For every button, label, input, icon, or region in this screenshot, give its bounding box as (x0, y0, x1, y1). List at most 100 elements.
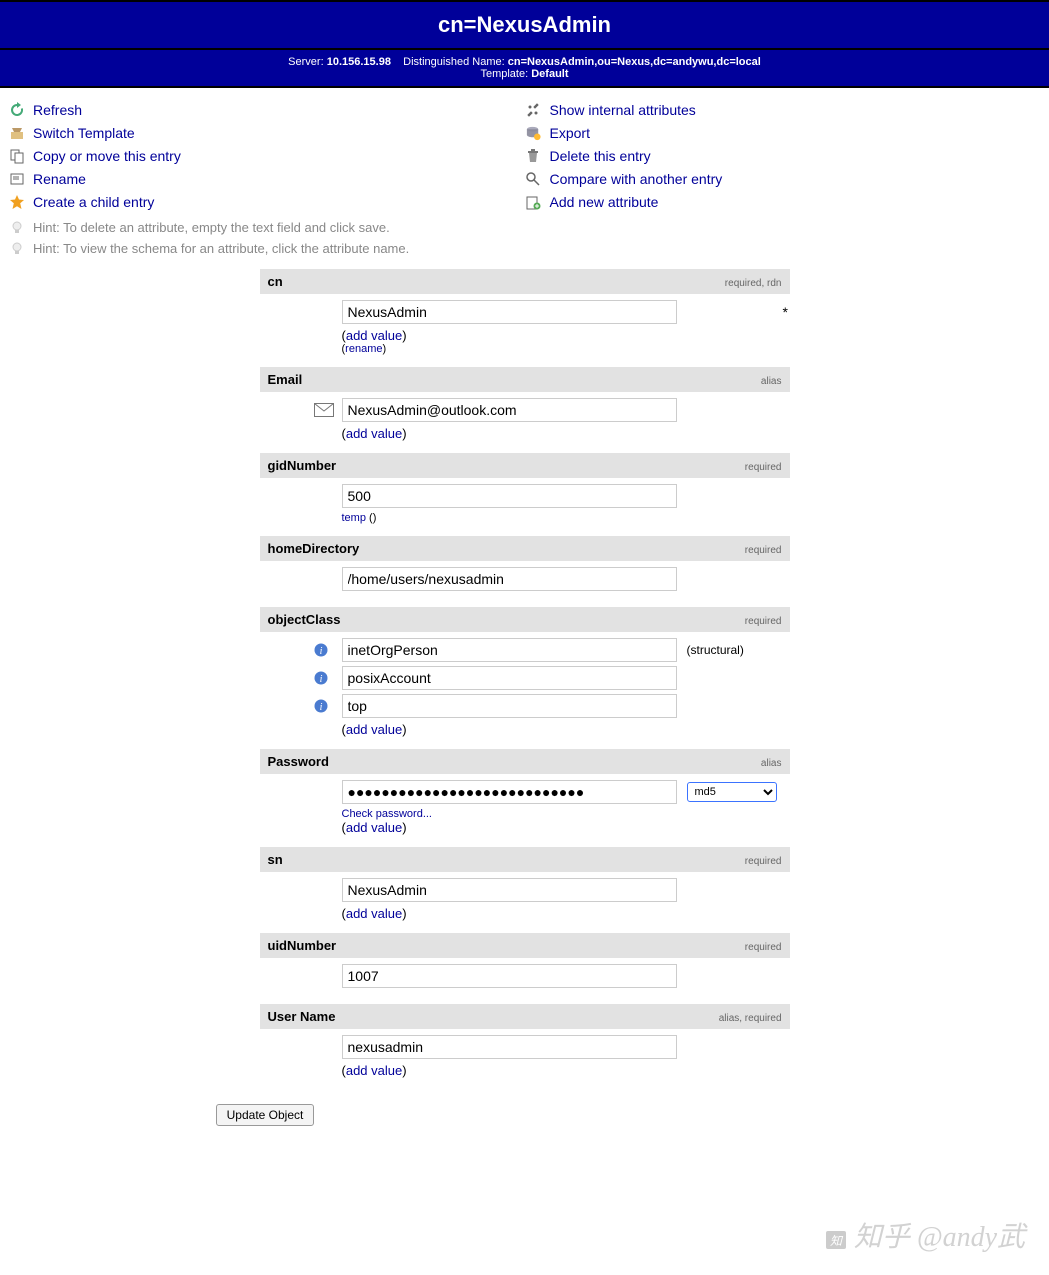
bulb-icon (8, 240, 25, 257)
attr-name-link[interactable]: Email (268, 372, 303, 387)
action-link[interactable]: Export (550, 125, 590, 141)
attr-name-link[interactable]: User Name (268, 1009, 336, 1024)
attr-flags: alias (761, 376, 782, 387)
attr-name-link[interactable]: sn (268, 852, 283, 867)
attr-value-input[interactable] (342, 964, 677, 988)
value-row (342, 964, 790, 988)
attr-value-input[interactable] (342, 1035, 677, 1059)
info-icon: i (314, 643, 328, 657)
hint-line: Hint: To delete an attribute, empty the … (8, 217, 1041, 238)
action-add-new-attribute: Add new attribute (525, 190, 1042, 213)
watermark: 知 知乎 @andy武 (824, 1215, 1025, 1255)
value-row (342, 1035, 790, 1059)
value-row: i (342, 666, 790, 690)
link-line: (add value) (342, 722, 790, 737)
attr-value-input[interactable] (342, 694, 677, 718)
attr-body (260, 958, 790, 1004)
attr-value-input[interactable] (342, 398, 677, 422)
value-row (342, 878, 790, 902)
attr-header-uidnumber: uidNumber required (260, 933, 790, 958)
attr-value-input[interactable] (342, 638, 677, 662)
attr-flags: alias (761, 758, 782, 769)
hash-select[interactable]: md5 (687, 782, 777, 802)
add-value-link[interactable]: add value (346, 820, 402, 835)
add-value-link[interactable]: add value (346, 1063, 402, 1078)
attr-name-link[interactable]: objectClass (268, 612, 341, 627)
template-value: Default (531, 68, 568, 80)
action-link[interactable]: Delete this entry (550, 148, 651, 164)
attr-header-password: Password alias (260, 749, 790, 774)
add-value-link[interactable]: add value (346, 722, 402, 737)
trash-icon (525, 147, 542, 164)
page-title: cn=NexusAdmin (0, 12, 1049, 38)
action-refresh: Refresh (8, 98, 525, 121)
add-value-link[interactable]: add value (346, 328, 402, 343)
add-icon (525, 193, 542, 210)
svg-text:i: i (319, 674, 322, 685)
attr-value-input[interactable] (342, 780, 677, 804)
required-asterisk: * (783, 304, 788, 320)
attr-body: (add value) (260, 392, 790, 453)
attr-name-link[interactable]: Password (268, 754, 329, 769)
action-switch-template: Switch Template (8, 121, 525, 144)
attr-name-link[interactable]: uidNumber (268, 938, 337, 953)
hints: Hint: To delete an attribute, empty the … (0, 213, 1049, 269)
attributes-container: cnrequired, rdn*(add value)(rename)Email… (260, 269, 790, 1090)
attr-flags: required (745, 942, 782, 953)
attr-header-user-name: User Namealias, required (260, 1004, 790, 1029)
attr-flags: required (745, 462, 782, 473)
value-row (342, 567, 790, 591)
attr-name-link[interactable]: gidNumber (268, 458, 337, 473)
action-link[interactable]: Refresh (33, 102, 82, 118)
attr-body: temp () (260, 478, 790, 536)
svg-text:i: i (319, 646, 322, 657)
rename-link[interactable]: rename (345, 343, 382, 355)
attr-value-input[interactable] (342, 878, 677, 902)
value-row (342, 398, 790, 422)
action-link[interactable]: Add new attribute (550, 194, 659, 210)
action-create-a-child-entry: Create a child entry (8, 190, 525, 213)
attr-value-input[interactable] (342, 300, 677, 324)
link-line: (add value) (342, 906, 790, 921)
attr-header-email: Email alias (260, 367, 790, 392)
info-bar: Server: 10.156.15.98 Distinguished Name:… (0, 50, 1049, 88)
attr-value-input[interactable] (342, 666, 677, 690)
attr-header-cn: cnrequired, rdn (260, 269, 790, 294)
dn-value: cn=NexusAdmin,ou=Nexus,dc=andywu,dc=loca… (508, 56, 761, 68)
copy-icon (8, 147, 25, 164)
attr-body: md5Check password...(add value) (260, 774, 790, 847)
actions-left: Refresh Switch Template Copy or move this … (8, 98, 525, 213)
attr-flags: required (745, 616, 782, 627)
attr-name-link[interactable]: cn (268, 274, 283, 289)
sublink[interactable]: temp (342, 512, 366, 524)
check-password-link[interactable]: Check password... (342, 808, 432, 820)
add-value-link[interactable]: add value (346, 426, 402, 441)
actions-row: Refresh Switch Template Copy or move this … (0, 98, 1049, 213)
attr-body: (add value) (260, 872, 790, 933)
attr-value-input[interactable] (342, 484, 677, 508)
action-link[interactable]: Show internal attributes (550, 102, 696, 118)
actions-right: Show internal attributes Export Delete thi… (525, 98, 1042, 213)
attr-flags: required (745, 545, 782, 556)
action-delete-this-entry: Delete this entry (525, 144, 1042, 167)
check-password-line: Check password... (342, 808, 790, 820)
action-link[interactable]: Create a child entry (33, 194, 154, 210)
attr-value-input[interactable] (342, 567, 677, 591)
template-label: Template: (480, 68, 528, 80)
update-object-button[interactable]: Update Object (216, 1104, 315, 1126)
tools-icon (525, 101, 542, 118)
mail-icon (314, 403, 334, 417)
action-link[interactable]: Copy or move this entry (33, 148, 181, 164)
hint-line: Hint: To view the schema for an attribut… (8, 238, 1041, 259)
zhihu-logo-icon: 知 (824, 1228, 848, 1252)
add-value-link[interactable]: add value (346, 906, 402, 921)
attr-name-link[interactable]: homeDirectory (268, 541, 360, 556)
action-link[interactable]: Rename (33, 171, 86, 187)
value-row: md5 (342, 780, 790, 804)
server-value: 10.156.15.98 (327, 56, 391, 68)
svg-text:知: 知 (830, 1234, 844, 1248)
bulb-icon (8, 219, 25, 236)
value-row: i (342, 694, 790, 718)
action-link[interactable]: Switch Template (33, 125, 135, 141)
action-link[interactable]: Compare with another entry (550, 171, 723, 187)
